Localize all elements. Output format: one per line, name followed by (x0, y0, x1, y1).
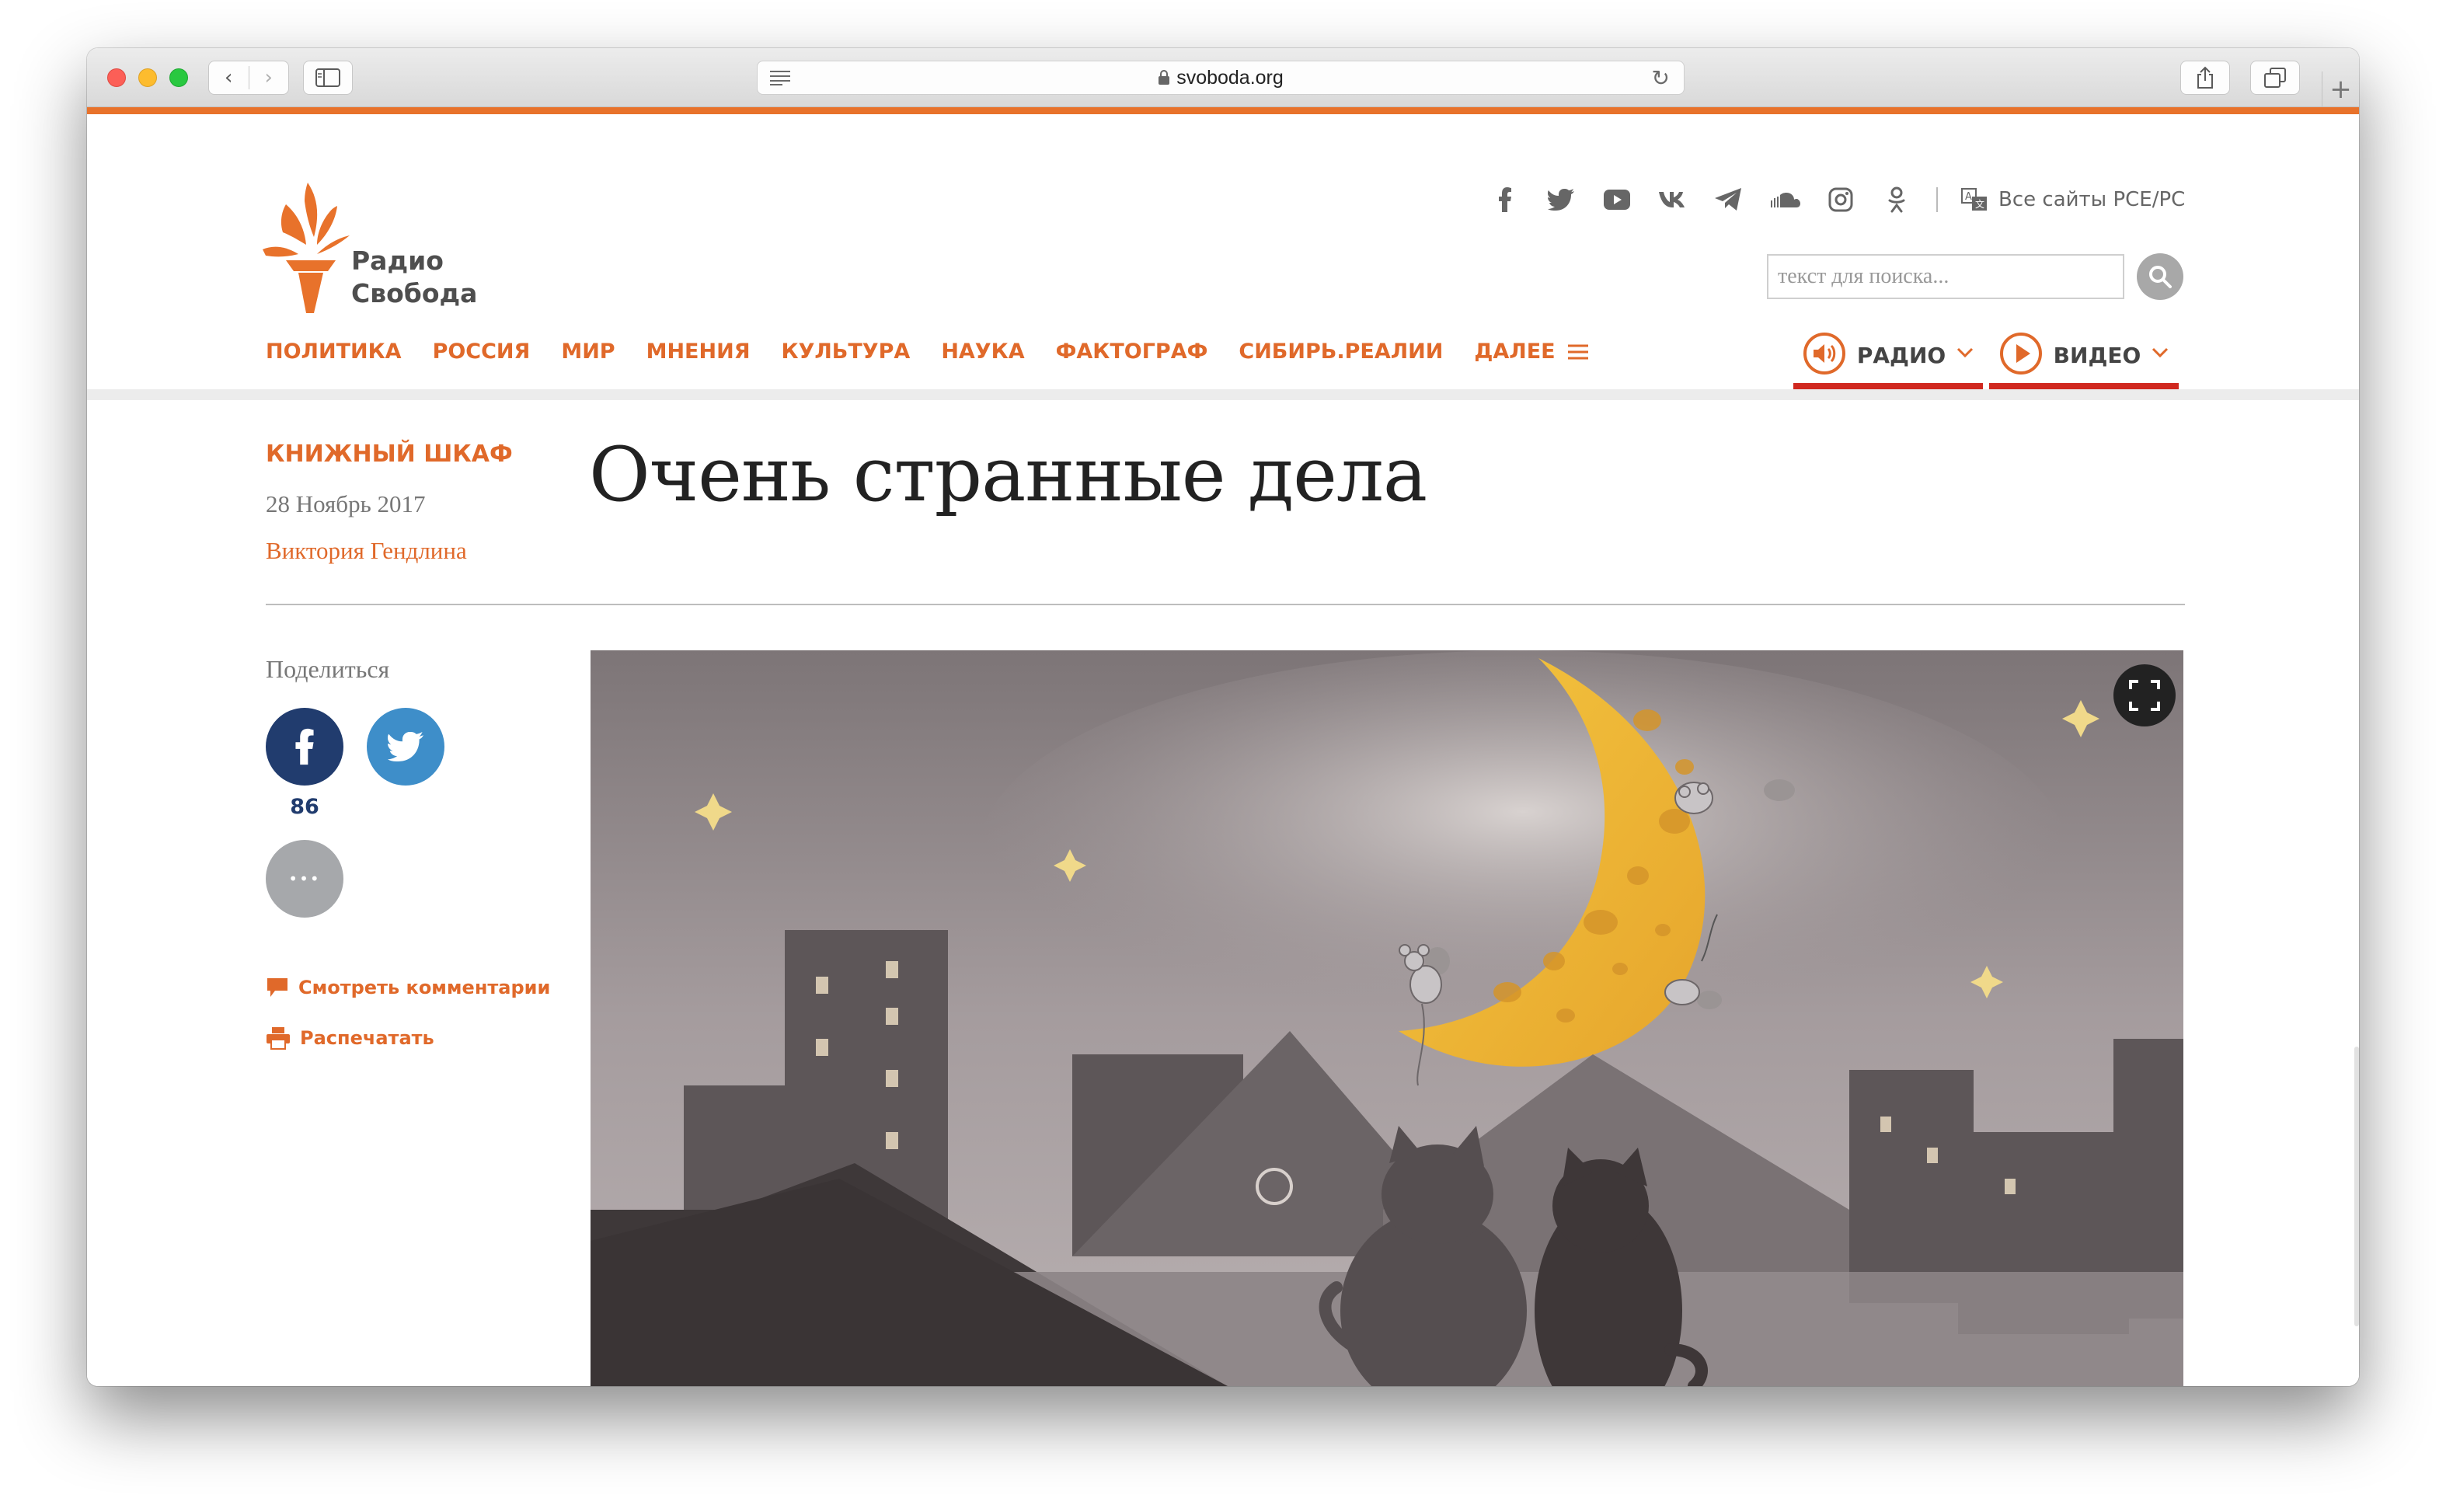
printer-icon (267, 1027, 290, 1050)
nav-item-mneniya[interactable]: МНЕНИЯ (646, 340, 751, 364)
facebook-share-button[interactable] (266, 708, 343, 786)
article-title: Очень странные дела (589, 431, 1427, 518)
hamburger-icon (1567, 344, 1588, 359)
all-sites-link[interactable]: A文 Все сайты РСЕ/РС (1961, 188, 2185, 211)
show-tabs-button[interactable] (2250, 61, 2300, 95)
video-tab[interactable]: ВИДЕО (1989, 332, 2179, 394)
reader-mode-icon[interactable] (770, 70, 790, 85)
youtube-icon[interactable] (1601, 183, 1633, 216)
view-comments-link[interactable]: Смотреть комментарии (266, 977, 550, 998)
share-label: Поделиться (266, 655, 390, 683)
page-scrollbar[interactable] (2354, 1047, 2359, 1326)
search-button[interactable] (2137, 253, 2183, 300)
share-button[interactable] (2180, 61, 2230, 95)
radio-label: РАДИО (1856, 343, 1946, 368)
zoom-window-button[interactable] (169, 68, 188, 87)
search-input[interactable] (1767, 254, 2124, 299)
svg-text:文: 文 (1975, 198, 1984, 210)
browser-titlebar: ‹ › svoboda.org ↻ + (87, 48, 2359, 107)
instagram-icon[interactable] (1824, 183, 1857, 216)
radio-tab[interactable]: РАДИО (1793, 332, 1983, 394)
comment-icon (267, 978, 287, 997)
logo-line-2: Свобода (351, 278, 478, 308)
view-comments-label: Смотреть комментарии (298, 977, 551, 998)
nav-item-kultura[interactable]: КУЛЬТУРА (782, 340, 911, 364)
all-sites-label: Все сайты РСЕ/РС (1998, 188, 2186, 211)
sidebar-icon (315, 68, 340, 87)
article-hero-image[interactable] (591, 650, 2183, 1386)
nav-item-rossiya[interactable]: РОССИЯ (433, 340, 531, 364)
play-icon (1999, 333, 2042, 375)
soundcloud-icon[interactable] (1768, 183, 1801, 216)
loading-strip (87, 107, 2359, 114)
section-link[interactable]: КНИЖНЫЙ ШКАФ (266, 441, 513, 468)
twitter-icon (388, 732, 423, 761)
nav-more-button[interactable]: ДАЛЕЕ (1474, 340, 1588, 364)
back-button[interactable]: ‹ (209, 66, 249, 89)
twitter-icon[interactable] (1545, 183, 1577, 216)
video-label: ВИДЕО (2053, 343, 2141, 368)
social-divider (1936, 187, 1938, 212)
fullscreen-button[interactable] (2113, 664, 2176, 726)
social-links: A文 Все сайты РСЕ/РС (1489, 183, 2185, 217)
nav-item-sibir-realii[interactable]: СИБИРЬ.РЕАЛИИ (1239, 340, 1443, 364)
logo-line-1: Радио (351, 246, 444, 276)
odnoklassniki-icon[interactable] (1880, 183, 1913, 216)
facebook-icon (295, 728, 314, 765)
more-dots-icon: ••• (288, 869, 321, 888)
author-link[interactable]: Виктория Гендлина (266, 537, 467, 565)
main-navigation: ПОЛИТИКА РОССИЯ МИР МНЕНИЯ КУЛЬТУРА НАУК… (266, 340, 1588, 364)
publish-date: 28 Ноябрь 2017 (266, 490, 426, 517)
nav-item-mir[interactable]: МИР (561, 340, 615, 364)
browser-window: ‹ › svoboda.org ↻ + Радио Свобода A 文 Вс… (87, 48, 2359, 1386)
more-share-button[interactable]: ••• (266, 840, 343, 918)
twitter-share-button[interactable] (367, 708, 444, 786)
facebook-share-count: 86 (290, 795, 319, 819)
nav-item-nauka[interactable]: НАУКА (941, 340, 1024, 364)
lock-icon (1159, 70, 1170, 85)
facebook-icon[interactable] (1489, 183, 1521, 216)
nav-item-politika[interactable]: ПОЛИТИКА (266, 340, 402, 364)
print-label: Распечатать (300, 1027, 434, 1049)
history-nav: ‹ › (208, 61, 289, 95)
share-icon (2197, 66, 2213, 89)
web-page: Радио Свобода A 文 Все сайты РСЕ/РС текст… (87, 114, 2359, 1386)
minimize-window-button[interactable] (138, 68, 157, 87)
header-separator (87, 389, 2359, 400)
print-link[interactable]: Распечатать (266, 1026, 434, 1050)
telegram-icon[interactable] (1713, 183, 1745, 216)
title-divider (266, 604, 2185, 605)
media-tabs: РАДИО ВИДЕО (1793, 332, 2179, 394)
reload-icon[interactable]: ↻ (1652, 65, 1670, 91)
new-tab-button[interactable]: + (2322, 71, 2359, 107)
close-window-button[interactable] (107, 68, 126, 87)
forward-button[interactable]: › (248, 66, 289, 89)
sidebar-toggle-button[interactable] (303, 61, 353, 95)
fullscreen-icon (2129, 680, 2160, 711)
nav-more-label: ДАЛЕЕ (1474, 340, 1556, 364)
address-bar[interactable]: svoboda.org ↻ (757, 61, 1685, 95)
chevron-down-icon (1957, 347, 1974, 358)
search-icon (2149, 266, 2172, 288)
speaker-icon (1803, 333, 1845, 375)
chevron-down-icon (2152, 347, 2169, 358)
vk-icon[interactable] (1657, 183, 1689, 216)
tabs-overview-icon (2264, 68, 2286, 88)
illustration-cats-on-roof (591, 650, 2183, 1386)
language-icon: A文 (1961, 188, 1987, 211)
logo-text[interactable]: Радио Свобода (351, 245, 477, 310)
nav-item-faktograf[interactable]: ФАКТОГРАФ (1056, 340, 1208, 364)
svg-text:A: A (1965, 191, 1972, 203)
url-text: svoboda.org (1176, 66, 1284, 89)
